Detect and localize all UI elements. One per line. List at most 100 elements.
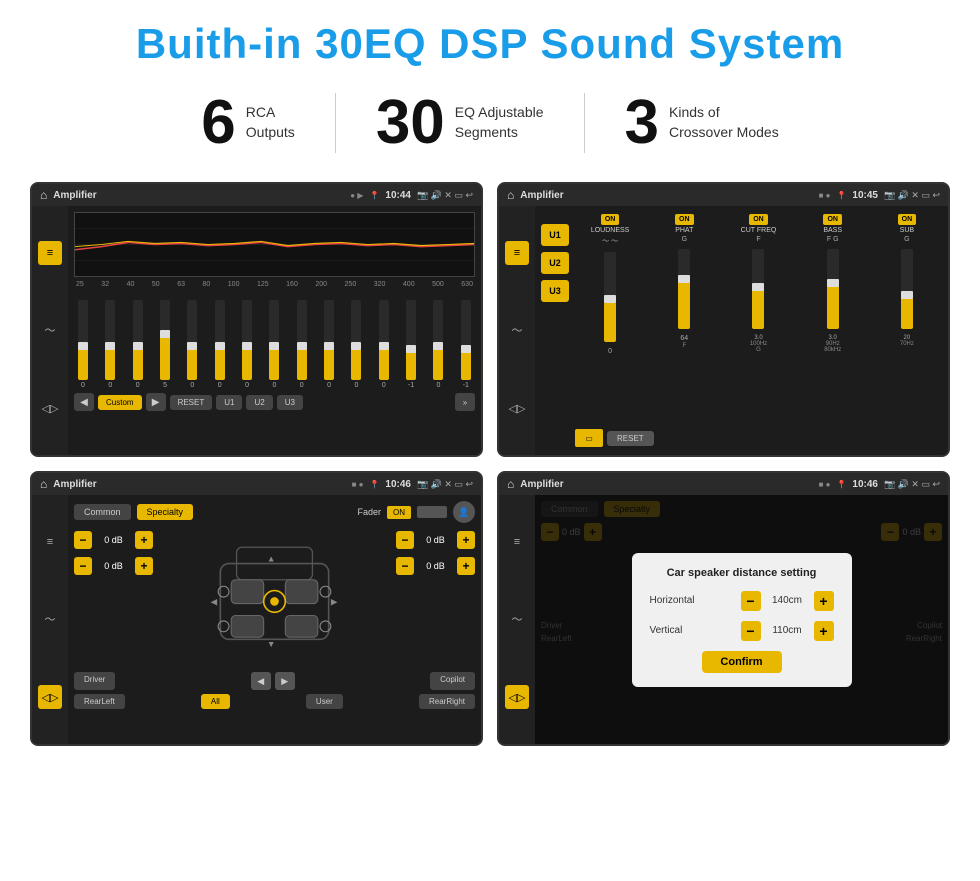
eq-sidebar-speaker-icon[interactable]: ◁▷ <box>38 396 62 420</box>
eq-bottom-bar: ◀ Custom ▶ RESET U1 U2 U3 » <box>74 393 475 411</box>
stat-rca: 6 RCA Outputs <box>161 92 335 154</box>
fader-all-button[interactable]: All <box>201 694 230 709</box>
dialog-sidebar-eq-icon[interactable]: ≡ <box>505 530 529 554</box>
home-icon[interactable]: ⌂ <box>40 188 47 202</box>
dialog-screen: ⌂ Amplifier ■ ● 📍 10:46 📷 🔊 ✕ ▭ ↩ ≡ 〜 ◁▷ <box>497 471 950 746</box>
fader-copilot-button[interactable]: Copilot <box>430 672 475 690</box>
fader-specialty-tab[interactable]: Specialty <box>137 504 194 520</box>
eq-u1-button[interactable]: U1 <box>216 395 242 410</box>
eq-expand-button[interactable]: » <box>455 393 475 411</box>
cross-sub: ON SUB G 2070Hz <box>872 214 942 425</box>
fader-on-button[interactable]: ON <box>387 506 411 519</box>
fader-rearleft-button[interactable]: RearLeft <box>74 694 125 709</box>
eq-slider-9: 0 <box>324 300 334 389</box>
fader-sidebar-wave-icon[interactable]: 〜 <box>38 607 62 631</box>
fader-profile-button[interactable]: 👤 <box>453 501 475 523</box>
fader-rearright-button[interactable]: RearRight <box>419 694 475 709</box>
sub-value: 2070Hz <box>900 335 914 347</box>
cross-cutfreq: ON CUT FREQ F 3.0100HzG <box>723 214 793 425</box>
cutfreq-slider[interactable] <box>752 249 764 329</box>
dialog-horizontal-plus[interactable]: + <box>814 591 834 611</box>
eq-sidebar-wave-icon[interactable]: 〜 <box>38 318 62 342</box>
bass-on-button[interactable]: ON <box>823 214 842 225</box>
cutfreq-label: CUT FREQ <box>741 227 777 234</box>
svg-text:▶: ▶ <box>331 597 338 607</box>
fader-sidebar-eq-icon[interactable]: ≡ <box>38 530 62 554</box>
fader-minus-1[interactable]: − <box>74 531 92 549</box>
location-icon-2: 📍 <box>836 191 846 200</box>
dialog-screen-title: Amplifier <box>520 479 812 490</box>
dialog-vertical-minus[interactable]: − <box>741 621 761 641</box>
eq-graph <box>74 212 475 277</box>
crossover-sidebar-wave-icon[interactable]: 〜 <box>505 318 529 342</box>
stat-number-rca: 6 <box>201 92 235 154</box>
cross-bass: ON BASS F G 3.090Hz80kHz <box>798 214 868 425</box>
home-icon-2[interactable]: ⌂ <box>507 188 514 202</box>
fader-status: ■ ● <box>352 480 364 489</box>
fader-user-button[interactable]: User <box>306 694 343 709</box>
dialog-sidebar-speaker-icon[interactable]: ◁▷ <box>505 685 529 709</box>
eq-time: 10:44 <box>385 190 411 201</box>
home-icon-4[interactable]: ⌂ <box>507 477 514 491</box>
fader-db-row-4: − 0 dB + <box>396 557 475 575</box>
crossover-graph-preview: ▭ <box>575 429 603 447</box>
bass-slider[interactable] <box>827 249 839 329</box>
fader-sidebar-speaker-icon[interactable]: ◁▷ <box>38 685 62 709</box>
fader-driver-button[interactable]: Driver <box>74 672 115 690</box>
crossover-reset-button[interactable]: RESET <box>607 431 654 446</box>
crossover-screen: ⌂ Amplifier ■ ● 📍 10:45 📷 🔊 ✕ ▭ ↩ ≡ 〜 ◁▷ <box>497 182 950 457</box>
fader-content: Common Specialty Fader ON 👤 − <box>68 495 481 744</box>
cross-loudness: ON LOUDNESS 〜〜 0 <box>575 214 645 425</box>
eq-topbar: ⌂ Amplifier ● ▶ 📍 10:44 📷 🔊 ✕ ▭ ↩ <box>32 184 481 206</box>
fader-plus-1[interactable]: + <box>135 531 153 549</box>
crossover-title: Amplifier <box>520 190 812 201</box>
fader-common-tab[interactable]: Common <box>74 504 131 520</box>
sub-label: SUB <box>900 227 914 234</box>
crossover-presets: U1 U2 U3 <box>541 214 569 447</box>
dialog-vertical-plus[interactable]: + <box>814 621 834 641</box>
fader-slider[interactable] <box>417 506 447 518</box>
fader-right-arrow[interactable]: ▶ <box>275 672 295 690</box>
fader-db-2: 0 dB <box>96 561 131 571</box>
home-icon-3[interactable]: ⌂ <box>40 477 47 491</box>
preset-u3-button[interactable]: U3 <box>541 280 569 302</box>
fader-plus-2[interactable]: + <box>135 557 153 575</box>
phat-on-button[interactable]: ON <box>675 214 694 225</box>
eq-sliders: 0 0 0 5 <box>74 294 475 389</box>
dialog-sidebar-wave-icon[interactable]: 〜 <box>505 607 529 631</box>
preset-u2-button[interactable]: U2 <box>541 252 569 274</box>
eq-custom-button[interactable]: Custom <box>98 395 142 410</box>
fader-left-controls: − 0 dB + − 0 dB + <box>74 531 153 666</box>
eq-sidebar-eq-icon[interactable]: ≡ <box>38 241 62 265</box>
fader-minus-2[interactable]: − <box>74 557 92 575</box>
eq-prev-button[interactable]: ◀ <box>74 393 94 411</box>
fader-db-row-3: − 0 dB + <box>396 531 475 549</box>
eq-slider-1: 0 <box>105 300 115 389</box>
dialog-body: ≡ 〜 ◁▷ Common Specialty − <box>499 495 948 744</box>
fader-db-4: 0 dB <box>418 561 453 571</box>
loudness-slider[interactable] <box>604 252 616 342</box>
dialog-horizontal-minus[interactable]: − <box>741 591 761 611</box>
eq-u2-button[interactable]: U2 <box>246 395 272 410</box>
crossover-content: U1 U2 U3 ON LOUDNESS <box>535 206 948 455</box>
fader-plus-4[interactable]: + <box>457 557 475 575</box>
fader-plus-3[interactable]: + <box>457 531 475 549</box>
sub-slider[interactable] <box>901 249 913 329</box>
eq-u3-button[interactable]: U3 <box>277 395 303 410</box>
crossover-sidebar-eq-icon[interactable]: ≡ <box>505 241 529 265</box>
fader-minus-3[interactable]: − <box>396 531 414 549</box>
bass-label: BASS <box>823 227 842 234</box>
eq-next-button[interactable]: ▶ <box>146 393 166 411</box>
phat-slider[interactable] <box>678 249 690 329</box>
eq-reset-button[interactable]: RESET <box>170 395 213 410</box>
fader-minus-4[interactable]: − <box>396 557 414 575</box>
eq-slider-14: -1 <box>461 300 471 389</box>
cutfreq-on-button[interactable]: ON <box>749 214 768 225</box>
sub-on-button[interactable]: ON <box>898 214 917 225</box>
eq-slider-13: 0 <box>433 300 443 389</box>
loudness-on-button[interactable]: ON <box>601 214 620 225</box>
crossover-sidebar-speaker-icon[interactable]: ◁▷ <box>505 396 529 420</box>
fader-left-arrow[interactable]: ◀ <box>251 672 271 690</box>
preset-u1-button[interactable]: U1 <box>541 224 569 246</box>
dialog-confirm-button[interactable]: Confirm <box>702 651 782 673</box>
